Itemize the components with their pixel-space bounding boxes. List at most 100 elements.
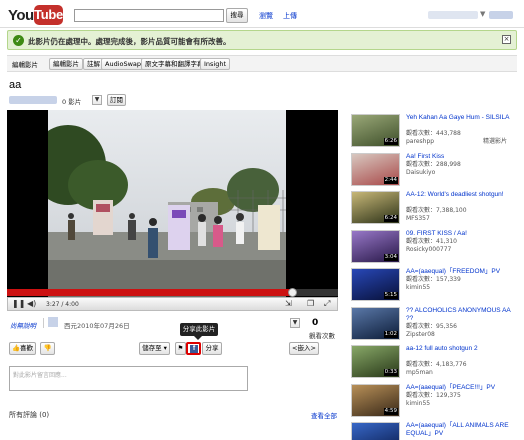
related-video-thumbnail[interactable]: 0:33 bbox=[351, 345, 400, 378]
related-video-thumbnail[interactable]: 6:26 bbox=[351, 114, 400, 147]
related-video-thumbnail[interactable] bbox=[351, 422, 400, 440]
youtube-logo[interactable]: You Tube bbox=[8, 5, 63, 27]
related-video-thumbnail[interactable]: 5:15 bbox=[351, 268, 400, 301]
view-all-comments-link[interactable]: 查看全部 bbox=[311, 410, 337, 420]
comment-placeholder: 對此影片留言回應... bbox=[13, 372, 67, 379]
time-display: 3:27 / 4:00 bbox=[46, 301, 79, 308]
related-video-title[interactable]: AA-12: World's deadliest shotgun! bbox=[406, 191, 514, 199]
related-video-title[interactable]: aa-12 full auto shotgun 2 bbox=[406, 345, 514, 353]
related-video-title[interactable]: 09. FIRST KISS / Aa! bbox=[406, 230, 514, 238]
related-video-thumbnail[interactable]: 6:24 bbox=[351, 191, 400, 224]
related-video-thumbnail[interactable]: 3:04 bbox=[351, 229, 400, 263]
related-video-views: 觀看次數：157,339 bbox=[406, 276, 461, 283]
related-video-channel[interactable]: mp5man bbox=[406, 369, 433, 377]
related-video-thumbnail[interactable]: 4:59 bbox=[351, 383, 400, 417]
related-video-item[interactable]: 1:02 ?? ALCOHOLICS ANONYMOUS AA ?? 觀看次數：95… bbox=[351, 306, 515, 345]
view-count: 0 bbox=[312, 318, 319, 328]
popout-icon[interactable]: ❐ bbox=[307, 299, 314, 308]
video-duration: 5:15 bbox=[383, 292, 398, 299]
account-links[interactable] bbox=[489, 11, 513, 21]
video-player[interactable] bbox=[7, 110, 338, 298]
related-video-views: 觀看次數：288,998 bbox=[406, 160, 461, 168]
related-video-title[interactable]: AA=(aaequal)「PEACE!!!」PV bbox=[406, 384, 514, 392]
related-video-channel[interactable]: pareshpp bbox=[406, 138, 434, 146]
related-video-item[interactable]: 5:15 AA=(aaequal)「FREEDOM」PV 觀看次數：157,339 k… bbox=[351, 268, 515, 306]
fullscreen-icon[interactable]: ⤢ bbox=[324, 299, 330, 309]
progress-handle[interactable] bbox=[288, 288, 298, 297]
related-video-title[interactable]: AA=(aaequal)「ALL ANIMALS ARE EQUAL」PV bbox=[406, 422, 514, 438]
related-video-views: 觀看次數：4,183,776 bbox=[406, 361, 467, 368]
related-video-views: 觀看次數：95,356 bbox=[406, 322, 457, 330]
insight-button[interactable]: Insight bbox=[200, 58, 231, 70]
related-video-item[interactable]: 3:04 09. FIRST KISS / Aa! 觀看次數：41,310 Rosic… bbox=[351, 229, 515, 268]
logo-text-tube: Tube bbox=[34, 5, 63, 25]
video-count: 0 影片 bbox=[62, 98, 82, 106]
chevron-down-icon[interactable]: ▼ bbox=[290, 318, 300, 328]
embed-button[interactable]: <嵌入> bbox=[289, 342, 319, 355]
video-frame bbox=[48, 110, 286, 298]
processing-notice: ✓ 此影片仍在處理中。處理完成後，影片品質可能會有所改善。 × bbox=[7, 30, 517, 50]
resize-icon[interactable]: ⇲ bbox=[285, 299, 292, 308]
video-duration: 1:02 bbox=[383, 330, 398, 338]
related-video-thumbnail[interactable]: 1:02 bbox=[351, 306, 400, 340]
nav-upload-link[interactable]: 上傳 bbox=[283, 11, 297, 21]
nav-browse-link[interactable]: 瀏覽 bbox=[259, 11, 273, 21]
video-duration: 0:33 bbox=[383, 369, 398, 376]
save-to-button[interactable]: 儲存至 ▾ bbox=[139, 342, 170, 355]
channel-name-link[interactable] bbox=[9, 96, 57, 104]
view-count-label: 觀看次數 bbox=[309, 332, 335, 340]
related-video-views: 觀看次數：129,375 bbox=[406, 391, 461, 399]
video-duration: 2:44 bbox=[383, 176, 398, 184]
related-video-channel[interactable]: kimin55 bbox=[406, 400, 430, 408]
related-video-title[interactable]: AA=(aaequal)「FREEDOM」PV bbox=[406, 268, 514, 276]
thumbs-up-icon: 👍 bbox=[11, 344, 21, 352]
related-video-item[interactable]: AA=(aaequal)「ALL ANIMALS ARE EQUAL」PV bbox=[351, 422, 515, 440]
related-video-views: 觀看次數：41,310 bbox=[406, 237, 457, 245]
progress-bar[interactable] bbox=[7, 288, 338, 297]
progress-fill bbox=[7, 289, 293, 296]
audioswap-button[interactable]: AudioSwap bbox=[101, 58, 146, 70]
video-title: aa bbox=[9, 79, 22, 91]
chevron-down-icon[interactable]: ▼ bbox=[92, 95, 102, 105]
edit-video-button[interactable]: 編輯影片 bbox=[49, 58, 83, 70]
flag-button[interactable]: ⚑ bbox=[175, 342, 186, 355]
edit-video-label: 編輯影片 bbox=[12, 61, 38, 69]
search-input[interactable] bbox=[74, 9, 224, 22]
related-video-views: 觀看次數：443,788 bbox=[406, 130, 461, 137]
close-icon[interactable]: × bbox=[502, 35, 511, 44]
comment-input[interactable]: 對此影片留言回應... bbox=[9, 366, 248, 391]
chevron-down-icon[interactable]: ▼ bbox=[480, 10, 485, 18]
related-video-item[interactable]: 2:44 Aa! First Kiss 觀看次數：288,998 Daisukiyo bbox=[351, 152, 515, 191]
like-label: 喜歡 bbox=[20, 344, 34, 352]
related-video-views: 觀看次數：7,388,100 bbox=[406, 207, 467, 214]
related-video-item[interactable]: 0:33 aa-12 full auto shotgun 2 觀看次數：4,183,… bbox=[351, 345, 515, 383]
related-video-channel[interactable]: kimin55 bbox=[406, 284, 430, 292]
related-video-thumbnail[interactable]: 2:44 bbox=[351, 152, 400, 186]
like-button[interactable]: 👍喜歡 bbox=[9, 342, 36, 355]
related-video-title[interactable]: ?? ALCOHOLICS ANONYMOUS AA ?? bbox=[406, 307, 514, 323]
related-video-channel[interactable]: Zipster08 bbox=[406, 331, 435, 339]
dislike-button[interactable]: 👎 bbox=[40, 342, 55, 355]
avatar[interactable] bbox=[48, 317, 58, 327]
pause-icon[interactable]: ❚❚ bbox=[12, 299, 25, 308]
related-video-item[interactable]: 6:26 Yeh Kahan Aa Gaye Hum - SILSILA 觀看次數：… bbox=[351, 114, 515, 152]
volume-icon[interactable]: ◀) bbox=[27, 299, 36, 308]
related-video-channel[interactable]: Daisukiyo bbox=[406, 169, 435, 177]
share-button[interactable]: 分享 bbox=[202, 342, 222, 355]
tooltip-arrow bbox=[194, 336, 202, 340]
related-video-channel[interactable]: Rosicky000777 bbox=[406, 246, 451, 254]
related-video-title[interactable]: Yeh Kahan Aa Gaye Hum - SILSILA bbox=[406, 114, 514, 122]
captions-button[interactable]: 原文字幕和翻譯字幕 bbox=[141, 58, 208, 70]
related-video-item[interactable]: 6:24 AA-12: World's deadliest shotgun! 觀看次… bbox=[351, 191, 515, 229]
logo-text-you: You bbox=[8, 7, 34, 24]
username-link[interactable] bbox=[428, 11, 478, 19]
facebook-share-button[interactable]: f bbox=[186, 342, 201, 355]
related-video-item[interactable]: 4:59 AA=(aaequal)「PEACE!!!」PV 觀看次數：129,375… bbox=[351, 383, 515, 422]
header-divider bbox=[0, 27, 524, 28]
search-button[interactable]: 搜尋 bbox=[226, 8, 248, 23]
description-text[interactable]: 尚無說明 bbox=[10, 320, 36, 330]
subscribe-button[interactable]: 訂閱 bbox=[107, 94, 126, 106]
comments-heading: 所有評論 (0) bbox=[9, 411, 50, 419]
related-video-channel[interactable]: MFS357 bbox=[406, 215, 430, 223]
related-video-title[interactable]: Aa! First Kiss bbox=[406, 153, 514, 161]
